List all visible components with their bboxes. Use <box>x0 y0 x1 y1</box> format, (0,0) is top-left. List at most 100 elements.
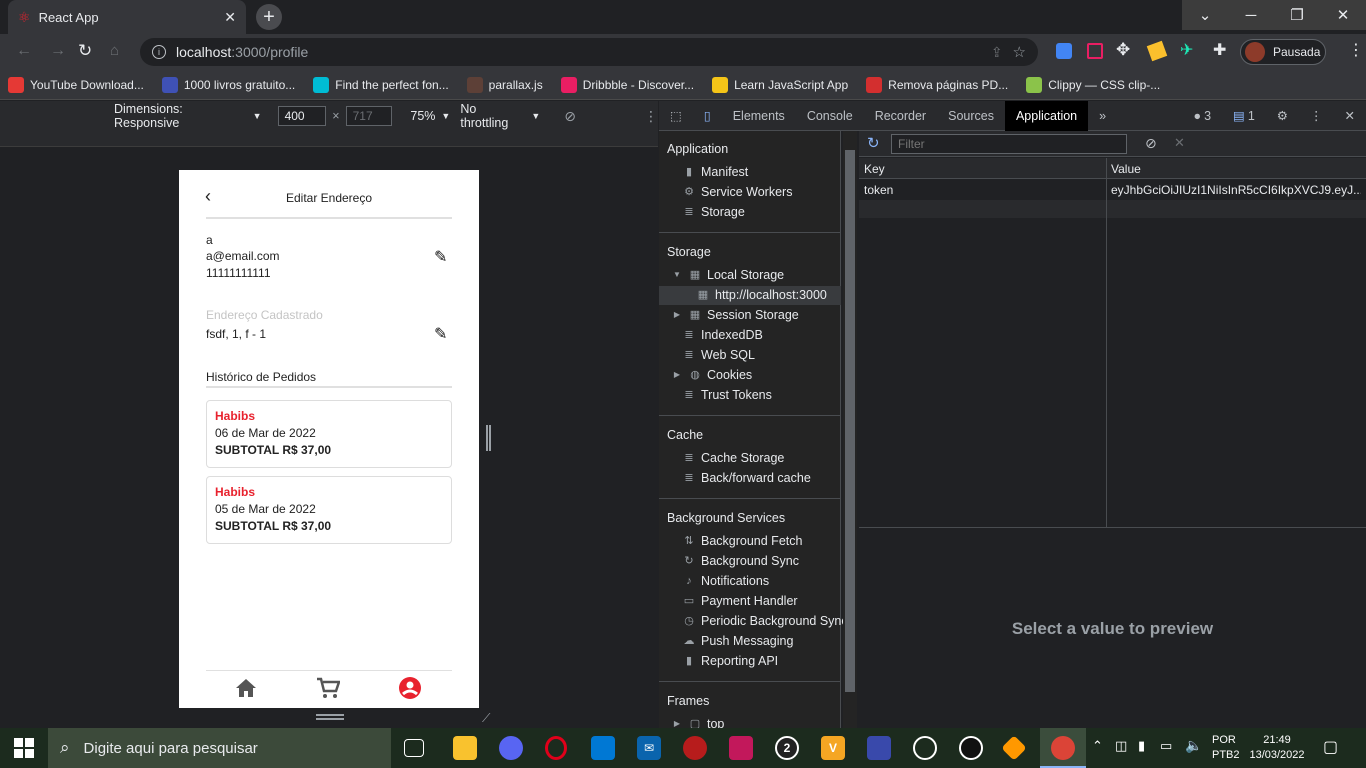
tab-application[interactable]: Application <box>1004 100 1089 131</box>
home-icon[interactable]: ⌂ <box>110 42 119 59</box>
bookmark-item[interactable]: Clippy — CSS clip-... <box>1026 76 1160 93</box>
delete-selected-icon[interactable]: ✕ <box>1174 135 1185 151</box>
close-window-icon[interactable]: ✕ <box>1320 0 1366 30</box>
more-options-icon[interactable]: ⋮ <box>644 108 658 125</box>
clear-all-icon[interactable]: ⊘ <box>1145 135 1157 152</box>
profile-nav-icon[interactable] <box>399 677 421 699</box>
bookmark-item[interactable]: 1000 livros gratuito... <box>161 76 295 93</box>
address-bar[interactable]: i localhost:3000/profile ⇪ ☆ <box>140 38 1038 66</box>
restore-icon[interactable]: ❐ <box>1274 0 1320 30</box>
sidebar-item-reporting-api[interactable]: ▮ Reporting API <box>683 654 778 668</box>
new-tab-button[interactable]: + <box>256 4 282 30</box>
sidebar-item-service-workers[interactable]: ⚙ Service Workers <box>683 185 792 199</box>
back-icon[interactable]: ← <box>16 42 32 60</box>
clock[interactable]: 21:49 13/03/2022 <box>1248 733 1306 763</box>
move-extension-icon[interactable]: ✥ <box>1116 40 1130 60</box>
extension-icon[interactable] <box>1056 43 1072 59</box>
sidebar-item-websql[interactable]: ≣ Web SQL <box>683 348 755 362</box>
order-card[interactable]: Habibs 05 de Mar de 2022 SUBTOTAL R$ 37,… <box>206 476 452 544</box>
sidebar-item-manifest[interactable]: ▮ Manifest <box>683 165 748 179</box>
tab-search-icon[interactable]: ⌄ <box>1182 0 1228 30</box>
photo-app-icon[interactable] <box>867 736 891 760</box>
sidebar-item-push-messaging[interactable]: ☁ Push Messaging <box>683 634 794 648</box>
bookmark-item[interactable]: Dribbble - Discover... <box>560 76 694 93</box>
height-input[interactable]: 717 <box>345 106 393 126</box>
tray-app-icon[interactable]: ◫ <box>1115 738 1127 754</box>
value-column-header[interactable]: Value <box>1111 162 1141 176</box>
sidebar-item-local-storage[interactable]: ▼ ▦ Local Storage <box>671 268 784 282</box>
minimize-icon[interactable]: ─ <box>1228 0 1274 30</box>
bookmark-item[interactable]: YouTube Download... <box>8 76 144 93</box>
bookmark-item[interactable]: Remova páginas PD... <box>866 76 1008 93</box>
refresh-icon[interactable]: ↻ <box>867 134 880 152</box>
tab-sources[interactable]: Sources <box>937 101 1005 131</box>
edit-address-pencil-icon[interactable]: ✎ <box>434 324 447 344</box>
bookmark-item[interactable]: Learn JavaScript App <box>712 76 848 93</box>
chrome-icon[interactable] <box>1051 736 1075 760</box>
sidebar-item-background-sync[interactable]: ↻ Background Sync <box>683 554 799 568</box>
tab-recorder[interactable]: Recorder <box>864 101 937 131</box>
sidebar-item-background-fetch[interactable]: ⇅ Background Fetch <box>683 534 802 548</box>
key-column-header[interactable]: Key <box>864 162 885 176</box>
show-hidden-icons[interactable]: ⌃ <box>1092 738 1103 754</box>
sidebar-item-periodic-sync[interactable]: ◷ Periodic Background Sync <box>683 614 847 628</box>
volume-icon[interactable]: 🔈 <box>1185 737 1202 754</box>
share-icon[interactable]: ⇪ <box>991 44 1003 61</box>
mail-icon[interactable]: ✉ <box>637 736 661 760</box>
resize-corner-icon[interactable]: ⟋ <box>482 711 490 726</box>
windows-start-icon[interactable] <box>14 738 34 758</box>
sidebar-item-trust-tokens[interactable]: ≣ Trust Tokens <box>683 388 771 402</box>
sidebar-scrollbar-thumb[interactable] <box>845 150 855 692</box>
sidebar-item-cookies[interactable]: ▶ ◍ Cookies <box>671 368 752 382</box>
sidebar-item-bfcache[interactable]: ≣ Back/forward cache <box>683 471 810 485</box>
extension-bird-icon[interactable]: ✈ <box>1180 40 1193 60</box>
vscode-icon[interactable] <box>591 736 615 760</box>
info-icon[interactable]: i <box>152 45 166 59</box>
issues-badge[interactable]: ● 3 <box>1183 101 1223 131</box>
forza-icon[interactable] <box>729 736 753 760</box>
extension-grid-icon[interactable] <box>1087 43 1103 59</box>
resize-handle-right[interactable] <box>486 425 491 451</box>
cart-nav-icon[interactable] <box>316 677 341 699</box>
throttling-dropdown[interactable]: No throttling <box>460 102 525 130</box>
inspect-icon[interactable]: ⬚ <box>659 101 693 131</box>
opera-icon[interactable] <box>545 736 567 760</box>
reload-icon[interactable]: ↻ <box>78 41 92 61</box>
device-toggle-icon[interactable]: ▯ <box>693 101 722 131</box>
resize-handle-bottom[interactable] <box>316 714 344 720</box>
extensions-puzzle-icon[interactable]: ✚ <box>1213 40 1226 60</box>
game-two-icon[interactable]: 2 <box>775 736 799 760</box>
bookmark-star-icon[interactable]: ☆ <box>1013 43 1026 61</box>
rotate-icon[interactable]: ⊘ <box>564 108 576 125</box>
sidebar-item-payment-handler[interactable]: ▭ Payment Handler <box>683 594 798 608</box>
tab-elements[interactable]: Elements <box>722 101 796 131</box>
obs-icon[interactable] <box>913 736 937 760</box>
sidebar-item-cache-storage[interactable]: ≣ Cache Storage <box>683 451 784 465</box>
devtools-menu-icon[interactable]: ⋮ <box>1299 101 1334 131</box>
tab-console[interactable]: Console <box>796 101 864 131</box>
discord-icon[interactable] <box>499 736 523 760</box>
task-view-icon[interactable] <box>404 739 424 757</box>
width-input[interactable]: 400 <box>277 106 327 126</box>
preview-split[interactable] <box>859 527 1366 528</box>
messages-badge[interactable]: ▤ 1 <box>1222 101 1266 131</box>
network-icon[interactable]: ▭ <box>1160 738 1172 754</box>
menu-icon[interactable]: ⋮ <box>1348 40 1364 60</box>
forward-icon[interactable]: → <box>50 42 66 60</box>
close-devtools-icon[interactable]: ✕ <box>1334 101 1366 131</box>
profile-button[interactable]: Pausada <box>1240 39 1326 65</box>
taskbar-search[interactable]: ⌕ Digite aqui para pesquisar <box>48 728 391 768</box>
sidebar-item-indexeddb[interactable]: ≣ IndexedDB <box>683 328 762 342</box>
bookmark-item[interactable]: parallax.js <box>466 76 543 93</box>
bookmark-item[interactable]: Find the perfect fon... <box>313 76 449 93</box>
close-tab-icon[interactable]: ✕ <box>224 9 236 26</box>
sidebar-item-notifications[interactable]: ♪ Notifications <box>683 574 769 588</box>
v-app-icon[interactable]: V <box>821 736 845 760</box>
sidebar-item-local-origin[interactable]: ▦ http://localhost:3000 <box>697 288 827 302</box>
sidebar-item-storage[interactable]: ≣ Storage <box>683 205 744 219</box>
dimensions-dropdown[interactable]: Dimensions: Responsive <box>114 102 247 130</box>
settings-gear-icon[interactable]: ⚙ <box>1266 101 1299 131</box>
zoom-dropdown[interactable]: 75% <box>410 109 435 123</box>
edit-user-pencil-icon[interactable]: ✎ <box>434 247 447 267</box>
home-nav-icon[interactable] <box>235 678 257 698</box>
